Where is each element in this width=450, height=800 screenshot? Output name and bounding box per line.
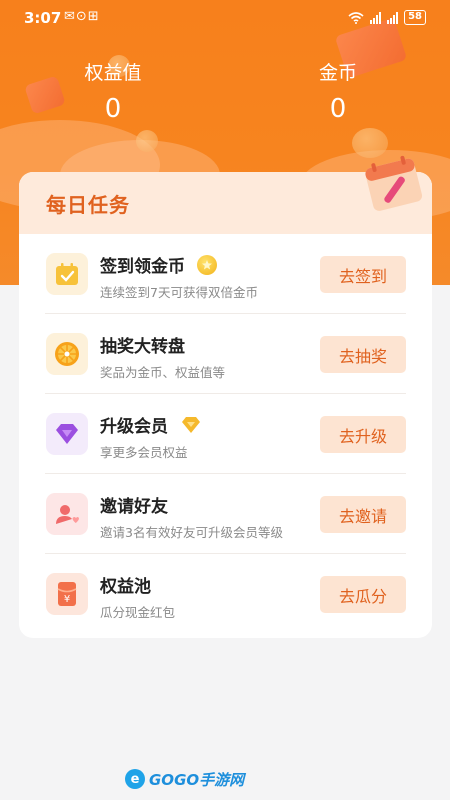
task-item-equity-pool: ¥ 权益池 瓜分现金红包 去瓜分 (45, 554, 406, 634)
task-list: 签到领金币 连续签到7天可获得双倍金币 去签到 抽奖大转盘 奖品为金币、权益值等… (19, 234, 432, 634)
task-description: 享更多会员权益 (100, 445, 188, 460)
gogo-logo-icon: e (125, 769, 145, 789)
task-title: 抽奖大转盘 (100, 332, 185, 357)
signal-icon (387, 11, 399, 24)
coins-stat[interactable]: 金币 0 (258, 60, 418, 126)
calendar-check-icon (46, 253, 88, 295)
task-title: 邀请好友 (100, 492, 168, 517)
task-title-text: 邀请好友 (100, 497, 168, 517)
task-title-text: 抽奖大转盘 (100, 337, 185, 357)
status-time: 3:07 (24, 9, 62, 27)
status-right-icons: 58 (348, 10, 426, 25)
calendar-pen-decoration-icon (365, 155, 423, 211)
equity-value: 0 (104, 94, 122, 124)
task-title: 升级会员 (100, 412, 202, 437)
invite-user-icon (46, 493, 88, 535)
diamond-icon (46, 413, 88, 455)
daily-tasks-title: 每日任务 (46, 192, 130, 217)
task-title: 权益池 (100, 572, 151, 597)
red-envelope-icon: ¥ (46, 573, 88, 615)
task-title-text: 签到领金币 (100, 257, 185, 277)
coin-decoration (352, 128, 388, 158)
checkin-button[interactable]: 去签到 (320, 256, 406, 293)
task-description: 奖品为金币、权益值等 (100, 365, 226, 380)
invite-button[interactable]: 去邀请 (320, 496, 406, 533)
share-pool-button[interactable]: 去瓜分 (320, 576, 406, 613)
notification-icons: ✉⊙⊞ (64, 9, 100, 24)
status-bar: 3:07 ✉⊙⊞ 58 (0, 0, 450, 36)
wifi-icon (348, 11, 364, 24)
coins-value: 0 (329, 94, 347, 124)
upgrade-button[interactable]: 去升级 (320, 416, 406, 453)
battery-icon: 58 (404, 10, 426, 25)
daily-tasks-card: 每日任务 签到领金币 连续签到7天可获得双倍金币 去签到 抽奖大转盘 奖品为金币… (19, 172, 432, 638)
gogo-brand-text: GOGO手游网 (149, 770, 245, 789)
task-title-text: 升级会员 (100, 417, 168, 437)
task-item-invite: 邀请好友 邀请3名有效好友可升级会员等级 去邀请 (45, 474, 406, 554)
task-title-text: 权益池 (100, 577, 151, 597)
task-description: 邀请3名有效好友可升级会员等级 (100, 525, 283, 540)
task-item-upgrade-member: 升级会员 享更多会员权益 去升级 (45, 394, 406, 474)
coins-label: 金币 (318, 62, 357, 84)
gold-diamond-badge-icon (180, 416, 202, 434)
equity-label: 权益值 (84, 62, 142, 84)
task-title: 签到领金币 (100, 252, 217, 277)
equity-stat[interactable]: 权益值 0 (33, 60, 193, 126)
lottery-button[interactable]: 去抽奖 (320, 336, 406, 373)
svg-text:¥: ¥ (64, 594, 70, 605)
lucky-wheel-icon (46, 333, 88, 375)
star-badge-icon (197, 254, 217, 275)
task-item-lucky-wheel: 抽奖大转盘 奖品为金币、权益值等 去抽奖 (45, 314, 406, 394)
gogo-watermark-logo: e GOGO手游网 (125, 768, 325, 790)
task-description: 瓜分现金红包 (100, 605, 176, 620)
task-item-checkin: 签到领金币 连续签到7天可获得双倍金币 去签到 (45, 234, 406, 314)
coin-decoration (136, 130, 158, 152)
task-description: 连续签到7天可获得双倍金币 (100, 285, 258, 300)
signal-icon (370, 11, 382, 24)
